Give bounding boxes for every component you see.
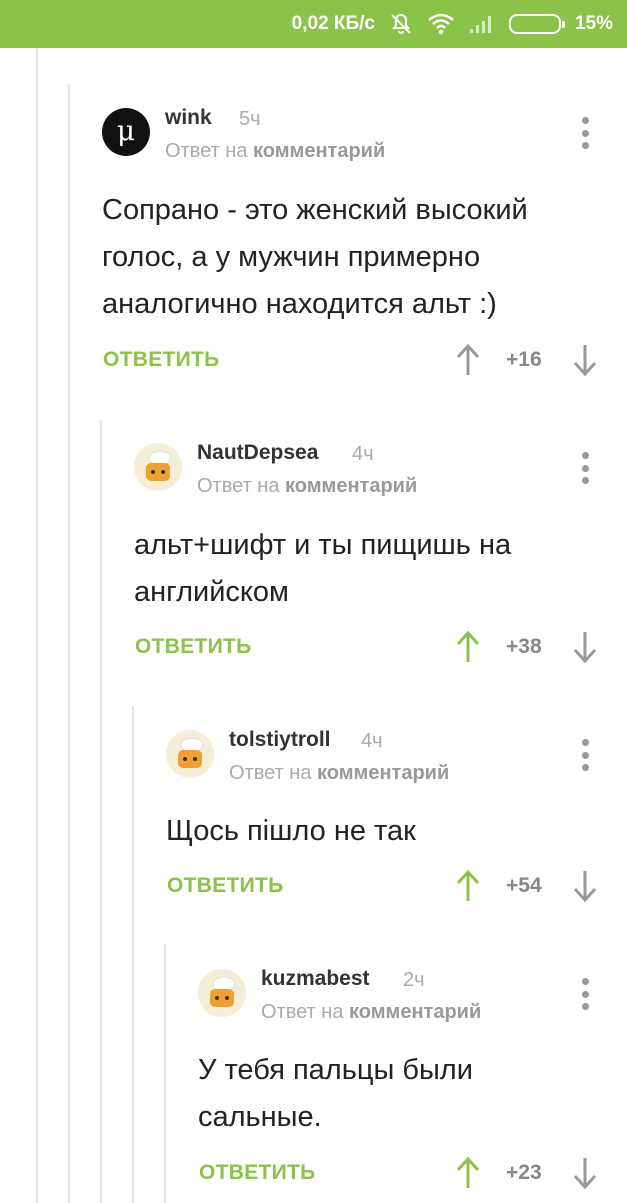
username[interactable]: NautDepsea <box>197 441 318 465</box>
reply-to-link[interactable]: комментарий <box>253 140 385 162</box>
comment-text: Сопрано - это женский высокий голос, а у… <box>102 187 528 328</box>
comment-score: +38 <box>506 635 542 658</box>
avatar[interactable] <box>134 443 182 491</box>
upvote-arrow-icon[interactable] <box>455 630 481 669</box>
status-bar: 0,02 КБ/с 15% <box>0 0 627 48</box>
comment-text-line: Щось пішло не так <box>166 815 416 847</box>
battery-percent: 15% <box>574 13 613 34</box>
reply-to-link[interactable]: комментарий <box>285 475 417 497</box>
upvote-arrow-icon[interactable] <box>455 1156 481 1195</box>
comment-text-line: английском <box>134 576 289 608</box>
comment-score: +54 <box>506 874 542 897</box>
reply-button[interactable]: ОТВЕТИТЬ <box>135 635 252 659</box>
username[interactable]: tolstiytroll <box>229 728 331 752</box>
svg-text:μ: μ <box>117 114 135 147</box>
thread-line <box>68 84 70 1203</box>
reply-to: Ответ на комментарий <box>165 140 386 162</box>
comment-time: 4ч <box>361 730 383 752</box>
downvote-arrow-icon[interactable] <box>572 1156 598 1195</box>
battery-icon <box>508 14 565 34</box>
reply-to: Ответ на комментарий <box>229 762 450 784</box>
bell-muted-icon <box>389 12 413 36</box>
upvote-arrow-icon[interactable] <box>455 343 481 382</box>
comment-score: +16 <box>506 348 542 371</box>
downvote-arrow-icon[interactable] <box>572 630 598 669</box>
signal-icon <box>469 14 495 34</box>
comment-score: +23 <box>506 1161 542 1184</box>
reply-to-link[interactable]: комментарий <box>317 762 449 784</box>
wifi-icon <box>427 13 455 35</box>
comment-time: 5ч <box>239 108 261 130</box>
thread-line <box>164 944 166 1203</box>
reply-button[interactable]: ОТВЕТИТЬ <box>103 348 220 372</box>
reply-to-link[interactable]: комментарий <box>349 1001 481 1023</box>
more-options-icon[interactable] <box>581 117 589 149</box>
username[interactable]: kuzmabest <box>261 967 370 991</box>
thread-line <box>36 48 38 1203</box>
comment-text: У тебя пальцы были сальные. <box>198 1047 473 1141</box>
upvote-arrow-icon[interactable] <box>455 869 481 908</box>
avatar[interactable] <box>166 730 214 778</box>
comment-text-line: аналогично находится альт :) <box>102 288 497 320</box>
comment-text-line: альт+шифт и ты пищишь на <box>134 529 512 561</box>
comment-time: 4ч <box>352 443 374 465</box>
thread-line <box>132 706 134 1203</box>
downvote-arrow-icon[interactable] <box>572 869 598 908</box>
avatar[interactable]: μ <box>102 108 150 156</box>
comment-text: альт+шифт и ты пищишь на английском <box>134 522 511 616</box>
comment-text-line: Сопрано - это женский высокий <box>102 194 528 226</box>
reply-button[interactable]: ОТВЕТИТЬ <box>167 874 284 898</box>
comment-text: Щось пішло не так <box>166 808 416 855</box>
comment-time: 2ч <box>403 969 425 991</box>
comment-text-line: сальные. <box>198 1101 322 1133</box>
avatar[interactable] <box>198 969 246 1017</box>
reply-button[interactable]: ОТВЕТИТЬ <box>199 1161 316 1185</box>
more-options-icon[interactable] <box>581 452 589 484</box>
comment-text-line: У тебя пальцы были <box>198 1054 473 1086</box>
network-speed: 0,02 КБ/с <box>291 13 375 34</box>
downvote-arrow-icon[interactable] <box>572 343 598 382</box>
comment-text-line: голос, а у мужчин примерно <box>102 241 481 273</box>
reply-to: Ответ на комментарий <box>197 475 418 497</box>
username[interactable]: wink <box>165 106 212 130</box>
more-options-icon[interactable] <box>581 739 589 771</box>
reply-to: Ответ на комментарий <box>261 1001 482 1023</box>
more-options-icon[interactable] <box>581 978 589 1010</box>
thread-line <box>100 420 102 1203</box>
